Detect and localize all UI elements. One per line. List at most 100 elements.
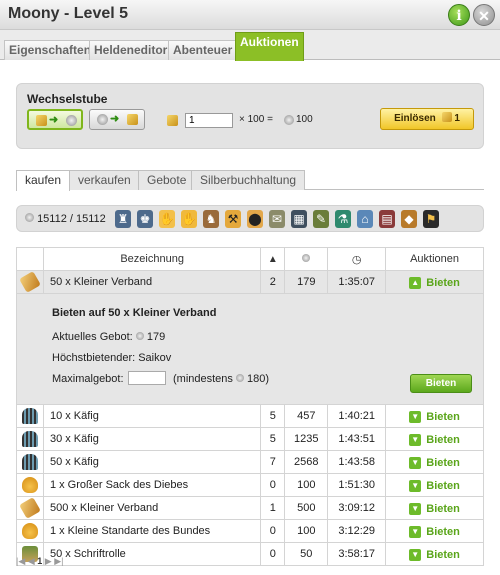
gold-key-icon xyxy=(441,112,452,122)
header-auktionen[interactable]: Auktionen xyxy=(385,247,484,271)
current-bid: Aktuelles Gebot: 179 xyxy=(52,331,166,343)
min-bid-hint: (mindestens 180) xyxy=(173,373,270,385)
armor-filter-icon[interactable]: ♜ xyxy=(115,210,131,228)
bid-button[interactable]: ▼ Bieten xyxy=(409,548,460,561)
first-page-icon[interactable]: |◀ xyxy=(16,556,25,566)
item-name: 500 x Kleiner Verband xyxy=(42,496,262,520)
glass-filter-icon[interactable]: ⌂ xyxy=(357,210,373,228)
table-row[interactable]: 500 x Kleiner Verband 1 500 3:09:12 ▼ Bie… xyxy=(16,496,484,520)
silver-coin-icon xyxy=(302,254,311,262)
item-price: 2568 xyxy=(284,450,329,474)
silver-balance: 15112 / 15112 xyxy=(25,213,106,225)
item-price: 457 xyxy=(284,404,329,428)
place-bid-button[interactable]: Bieten xyxy=(410,374,472,393)
item-bids: 7 xyxy=(260,450,286,474)
redeem-label: Einlösen xyxy=(394,113,436,124)
bag-filter-icon[interactable]: ◆ xyxy=(401,210,417,228)
tab-abenteuer[interactable]: Abenteuer xyxy=(168,40,238,60)
arrow-right-icon: ➜ xyxy=(49,114,59,126)
table-row[interactable]: 1 x Großer Sack des Diebes 0 100 1:51:30… xyxy=(16,473,484,497)
close-icon[interactable]: ✕ xyxy=(473,4,495,26)
item-price: 100 xyxy=(284,519,329,543)
prev-page-icon[interactable]: ◀ xyxy=(28,556,35,566)
hammer-filter-icon[interactable]: ⚒ xyxy=(225,210,241,228)
last-page-icon[interactable]: ▶| xyxy=(54,556,63,566)
parcel-filter-icon[interactable]: ✉ xyxy=(269,210,285,228)
bid-detail-title: Bieten auf 50 x Kleiner Verband xyxy=(52,307,217,319)
expand-icon: ▼ xyxy=(409,479,422,492)
potion-filter-icon[interactable]: ⚗ xyxy=(335,210,351,228)
table-row[interactable]: 50 x Kleiner Verband 2 179 1:35:07 ▲ Bie… xyxy=(16,270,484,294)
cage-icon xyxy=(21,431,38,447)
expand-icon: ▼ xyxy=(409,502,422,515)
header-time[interactable]: ◷ xyxy=(327,247,387,271)
bid-button[interactable]: ▼ Bieten xyxy=(409,433,460,446)
header-price[interactable] xyxy=(284,247,329,271)
bid-button[interactable]: ▼ Bieten xyxy=(409,410,460,423)
header-bezeichnung[interactable]: Bezeichnung xyxy=(42,247,262,271)
bid-button[interactable]: ▼ Bieten xyxy=(409,525,460,538)
silver-coin-icon xyxy=(235,374,244,382)
tab-auktionen[interactable]: Auktionen xyxy=(235,32,304,61)
tab-eigenschaften[interactable]: Eigenschaften xyxy=(4,40,97,60)
item-time: 1:43:51 xyxy=(327,427,387,451)
table-row[interactable]: 50 x Käfig 7 2568 1:43:58 ▼ Bieten xyxy=(16,450,484,474)
bandage-filter-icon[interactable]: ⬤ xyxy=(247,210,263,228)
sub-tabs: kaufen verkaufen Gebote Silberbuchhaltun… xyxy=(16,170,484,191)
item-bids: 2 xyxy=(260,270,286,294)
item-bids: 5 xyxy=(260,427,286,451)
item-time: 1:35:07 xyxy=(327,270,387,294)
silver-coin-icon xyxy=(25,213,34,222)
item-time: 3:12:29 xyxy=(327,519,387,543)
current-page[interactable]: 1 xyxy=(37,556,42,566)
item-name: 50 x Schriftrolle xyxy=(42,542,262,566)
item-price: 1235 xyxy=(284,427,329,451)
exchange-panel: Wechselstube ➜ ➜ × 100 = 100 Einlösen 1 xyxy=(16,83,484,149)
main-tabs: Eigenschaften Heldeneditor Abenteuer Auk… xyxy=(0,30,500,61)
cage-filter-icon[interactable]: ▦ xyxy=(291,210,307,228)
item-time: 3:09:12 xyxy=(327,496,387,520)
item-bids: 0 xyxy=(260,519,286,543)
multiplier-text: × 100 = xyxy=(239,114,273,125)
tab-verkaufen[interactable]: verkaufen xyxy=(69,170,140,190)
table-row[interactable]: 10 x Käfig 5 457 1:40:21 ▼ Bieten xyxy=(16,404,484,428)
table-row[interactable]: 50 x Schriftrolle 0 50 3:58:17 ▼ Bieten xyxy=(16,542,484,566)
item-name: 50 x Käfig xyxy=(42,450,262,474)
item-price: 100 xyxy=(284,473,329,497)
bid-button[interactable]: ▼ Bieten xyxy=(409,502,460,515)
tab-gebote[interactable]: Gebote xyxy=(138,170,196,190)
item-name: 1 x Großer Sack des Diebes xyxy=(42,473,262,497)
gold-to-silver-button[interactable]: ➜ xyxy=(27,109,83,130)
table-header-row: Bezeichnung ▲ ◷ Auktionen xyxy=(16,247,484,271)
info-icon[interactable]: i xyxy=(448,4,470,26)
header-bids[interactable]: ▲ xyxy=(260,247,286,271)
shirt-filter-icon[interactable]: ♚ xyxy=(137,210,153,228)
gold-key-icon xyxy=(167,115,178,126)
flag-filter-icon[interactable]: ⚑ xyxy=(423,210,439,228)
next-page-icon[interactable]: ▶ xyxy=(45,556,52,566)
amount-input[interactable] xyxy=(185,113,233,128)
tab-kaufen[interactable]: kaufen xyxy=(16,170,71,191)
expand-icon: ▼ xyxy=(409,433,422,446)
silver-to-gold-button[interactable]: ➜ xyxy=(89,109,145,130)
bid-button[interactable]: ▼ Bieten xyxy=(409,479,460,492)
table-row[interactable]: 1 x Kleine Standarte des Bundes 0 100 3:… xyxy=(16,519,484,543)
title-bar: Moony - Level 5 i ✕ xyxy=(0,0,500,30)
item-bids: 0 xyxy=(260,542,286,566)
scroll-filter-icon[interactable]: ✎ xyxy=(313,210,329,228)
table-row[interactable]: 30 x Käfig 5 1235 1:43:51 ▼ Bieten xyxy=(16,427,484,451)
redeem-button[interactable]: Einlösen 1 xyxy=(380,108,474,130)
tab-silberbuchhaltung[interactable]: Silberbuchhaltung xyxy=(191,170,306,190)
boots-filter-icon[interactable]: ♞ xyxy=(203,210,219,228)
item-name: 30 x Käfig xyxy=(42,427,262,451)
bid-button[interactable]: ▼ Bieten xyxy=(409,456,460,469)
glove-filter-icon[interactable]: ✋ xyxy=(181,210,197,228)
hand-filter-icon[interactable]: ✋ xyxy=(159,210,175,228)
gold-key-icon xyxy=(127,114,138,125)
tab-heldeneditor[interactable]: Heldeneditor xyxy=(89,40,173,60)
book-filter-icon[interactable]: ▤ xyxy=(379,210,395,228)
bid-button[interactable]: ▲ Bieten xyxy=(409,276,460,289)
max-bid-input[interactable] xyxy=(128,371,166,385)
bandage-icon xyxy=(19,497,41,519)
item-time: 3:58:17 xyxy=(327,542,387,566)
